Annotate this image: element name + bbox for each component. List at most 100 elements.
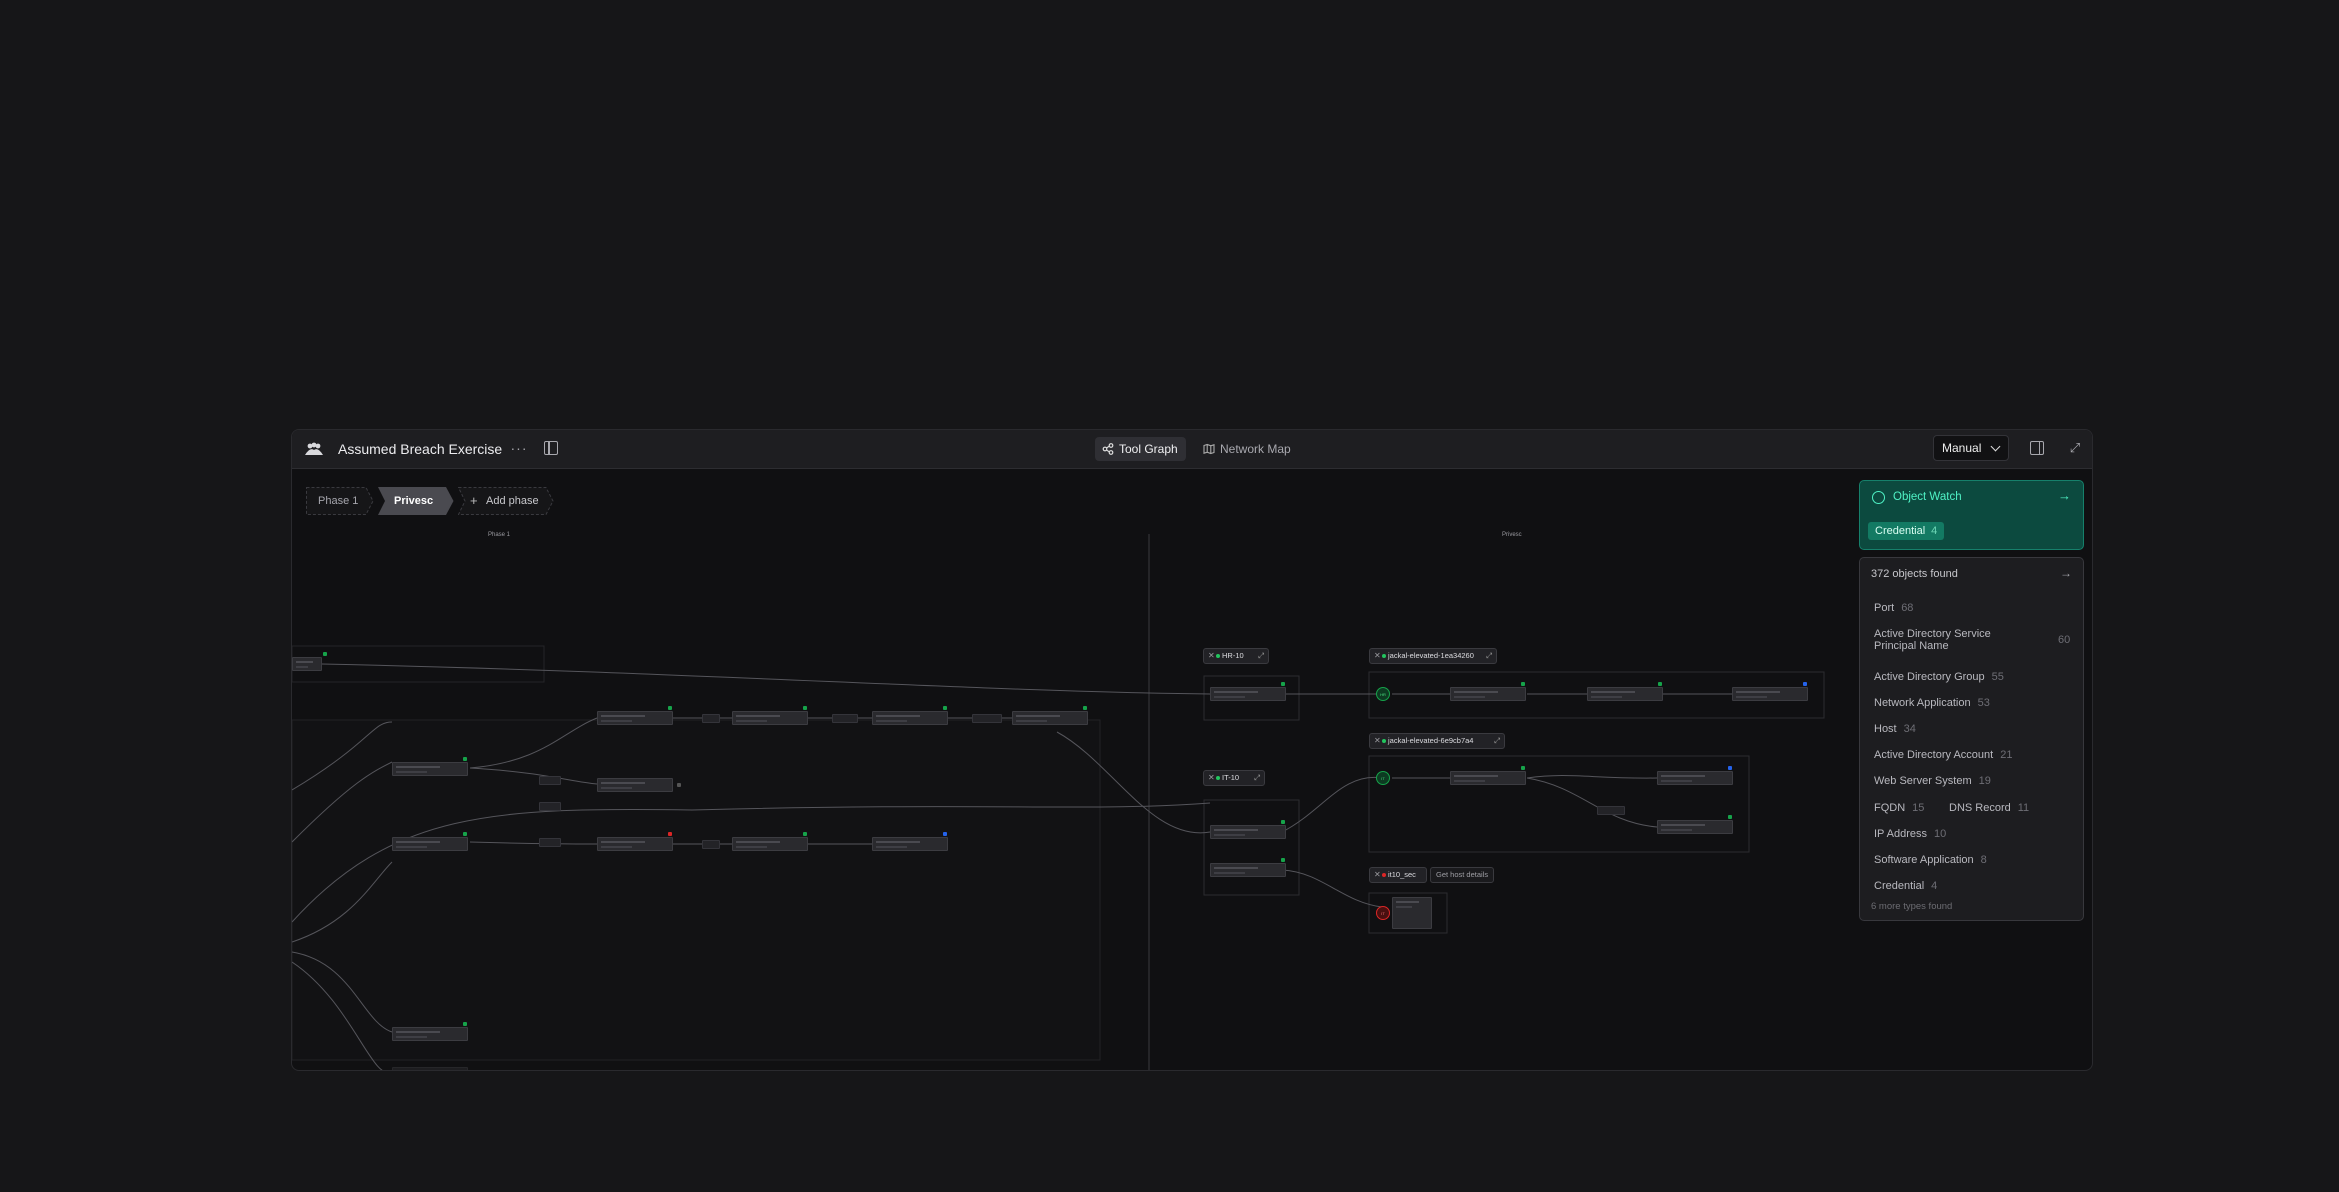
- object-type-label: Port: [1874, 602, 1895, 614]
- object-type-item[interactable]: IP Address 10: [1874, 828, 1946, 840]
- mode-select[interactable]: Manual: [1933, 435, 2009, 461]
- fullscreen-icon[interactable]: ⤢: [2067, 440, 2083, 456]
- graph-node[interactable]: [1210, 682, 1286, 701]
- object-type-item[interactable]: Network Application 53: [1874, 697, 1990, 709]
- node-status-dot: [1281, 682, 1285, 686]
- graph-node[interactable]: [732, 832, 808, 851]
- graph-node[interactable]: [1210, 820, 1286, 839]
- object-type-item[interactable]: Port 68: [1874, 602, 1913, 614]
- graph-node[interactable]: [1732, 682, 1808, 701]
- host-label[interactable]: ✕ HR-10 ⤢: [1203, 648, 1269, 664]
- arrow-right-icon[interactable]: →: [2058, 488, 2071, 503]
- node-status-dot: [463, 757, 467, 761]
- tab-network-map[interactable]: Network Map: [1196, 437, 1299, 461]
- status-dot-green: [1216, 654, 1220, 658]
- object-type-item[interactable]: DNS Record 11: [1949, 802, 2029, 814]
- edge-tag: [702, 714, 720, 723]
- object-type-label: Web Server System: [1874, 775, 1972, 787]
- graph-node[interactable]: [1012, 706, 1088, 725]
- object-type-item[interactable]: Credential 4: [1874, 880, 1937, 892]
- host-circle-node[interactable]: HR: [1376, 687, 1390, 701]
- graph-node[interactable]: [292, 652, 327, 671]
- status-dot-green: [1382, 739, 1386, 743]
- object-type-item[interactable]: Web Server System 19: [1874, 775, 1991, 787]
- object-type-item[interactable]: Software Application 8: [1874, 854, 1987, 866]
- object-type-item[interactable]: Active Directory Service Principal Name: [1874, 628, 2004, 652]
- graph-node[interactable]: [872, 706, 948, 725]
- host-label[interactable]: ✕ IT-10 ⤢: [1203, 770, 1265, 786]
- object-type-count: 11: [2017, 802, 2030, 814]
- object-type-count: 8: [1980, 854, 1987, 866]
- chip-label: Credential: [1875, 525, 1926, 537]
- tool-graph-canvas[interactable]: Phase 1 Privesc ✕ HR-10 ⤢ ✕ jackal-eleva…: [292, 522, 2092, 1070]
- more-options-button[interactable]: ···: [508, 438, 530, 460]
- tab-network-map-label: Network Map: [1220, 442, 1291, 456]
- tab-tool-graph[interactable]: Tool Graph: [1095, 437, 1186, 461]
- object-type-count: 34: [1903, 723, 1916, 735]
- host-label[interactable]: ✕ jackal-elevated-6e9cb7a4 ⤢: [1369, 733, 1505, 749]
- chevron-down-icon: [1990, 441, 2001, 452]
- mode-select-value: Manual: [1942, 441, 1982, 455]
- plus-icon: +: [470, 493, 478, 508]
- app-window: Assumed Breach Exercise ··· Tool Graph N…: [291, 429, 2093, 1071]
- node-status-dot: [668, 832, 672, 836]
- graph-node[interactable]: [1210, 858, 1286, 877]
- add-phase-button[interactable]: + Add phase: [458, 487, 554, 515]
- graph-node[interactable]: [1657, 815, 1733, 834]
- object-type-item[interactable]: Host 34: [1874, 723, 1916, 735]
- toggle-panel-icon[interactable]: [2030, 441, 2044, 455]
- phase-tab-phase-1[interactable]: Phase 1: [306, 487, 374, 515]
- object-type-count-wrap: 60: [2058, 634, 2070, 646]
- object-type-count: 53: [1977, 697, 1990, 709]
- arrow-right-icon[interactable]: →: [2060, 566, 2072, 580]
- object-type-item[interactable]: Active Directory Account 21: [1874, 749, 2012, 761]
- object-type-label: Host: [1874, 723, 1897, 735]
- object-watch-panel[interactable]: Object Watch → Credential 4: [1859, 480, 2084, 550]
- more-types-link[interactable]: 6 more types found: [1871, 901, 1952, 912]
- host-circle-node[interactable]: IT: [1376, 906, 1390, 920]
- host-name: HR-10: [1222, 651, 1244, 660]
- credential-chip[interactable]: Credential 4: [1868, 522, 1945, 540]
- graph-node[interactable]: [597, 706, 673, 725]
- edge-tag: [702, 840, 720, 849]
- object-type-item[interactable]: FQDN 15: [1874, 802, 1924, 814]
- graph-node[interactable]: [1657, 766, 1733, 785]
- graph-node[interactable]: [392, 1022, 468, 1041]
- graph-node[interactable]: [392, 832, 468, 851]
- phase-tab-privesc[interactable]: Privesc: [378, 487, 454, 515]
- host-name: it10_sec: [1388, 870, 1416, 879]
- graph-node[interactable]: [597, 832, 673, 851]
- edge-tag: [539, 802, 561, 811]
- node-status-dot: [1521, 766, 1525, 770]
- host-label[interactable]: ✕ it10_sec: [1369, 867, 1427, 883]
- host-label[interactable]: ✕ jackal-elevated-1ea34260 ⤢: [1369, 648, 1497, 664]
- expand-icon: ⤢: [1494, 736, 1500, 745]
- graph-node[interactable]: [1587, 682, 1663, 701]
- object-type-label: Network Application: [1874, 697, 1971, 709]
- tool-icon: ✕: [1374, 870, 1381, 879]
- add-phase-label: Add phase: [486, 495, 539, 507]
- chip-count: 4: [1931, 525, 1938, 537]
- graph-node[interactable]: [872, 832, 948, 851]
- host-name: jackal-elevated-6e9cb7a4: [1388, 736, 1474, 745]
- graph-node[interactable]: [732, 706, 808, 725]
- node-status-dot: [463, 1022, 467, 1026]
- watch-icon: [1872, 491, 1885, 504]
- tab-tool-graph-label: Tool Graph: [1119, 442, 1178, 456]
- object-type-count: 4: [1931, 880, 1938, 892]
- host-circle-node[interactable]: IT: [1376, 771, 1390, 785]
- app-title: Assumed Breach Exercise: [338, 441, 503, 457]
- tool-icon: ✕: [1208, 773, 1215, 782]
- privesc-canvas-label: Privesc: [1502, 532, 1522, 538]
- graph-node[interactable]: [1450, 766, 1526, 785]
- graph-node[interactable]: [1450, 682, 1526, 701]
- graph-node[interactable]: [597, 778, 681, 792]
- graph-node[interactable]: [392, 757, 468, 776]
- object-type-item[interactable]: Active Directory Group 55: [1874, 671, 2004, 683]
- graph-node[interactable]: [1392, 897, 1432, 929]
- get-host-details-button[interactable]: Get host details: [1430, 867, 1495, 883]
- toggle-sidebar-icon[interactable]: [544, 441, 558, 455]
- graph-node[interactable]: [392, 1067, 468, 1070]
- expand-icon: ⤢: [1254, 773, 1260, 782]
- object-type-label: FQDN: [1874, 802, 1906, 814]
